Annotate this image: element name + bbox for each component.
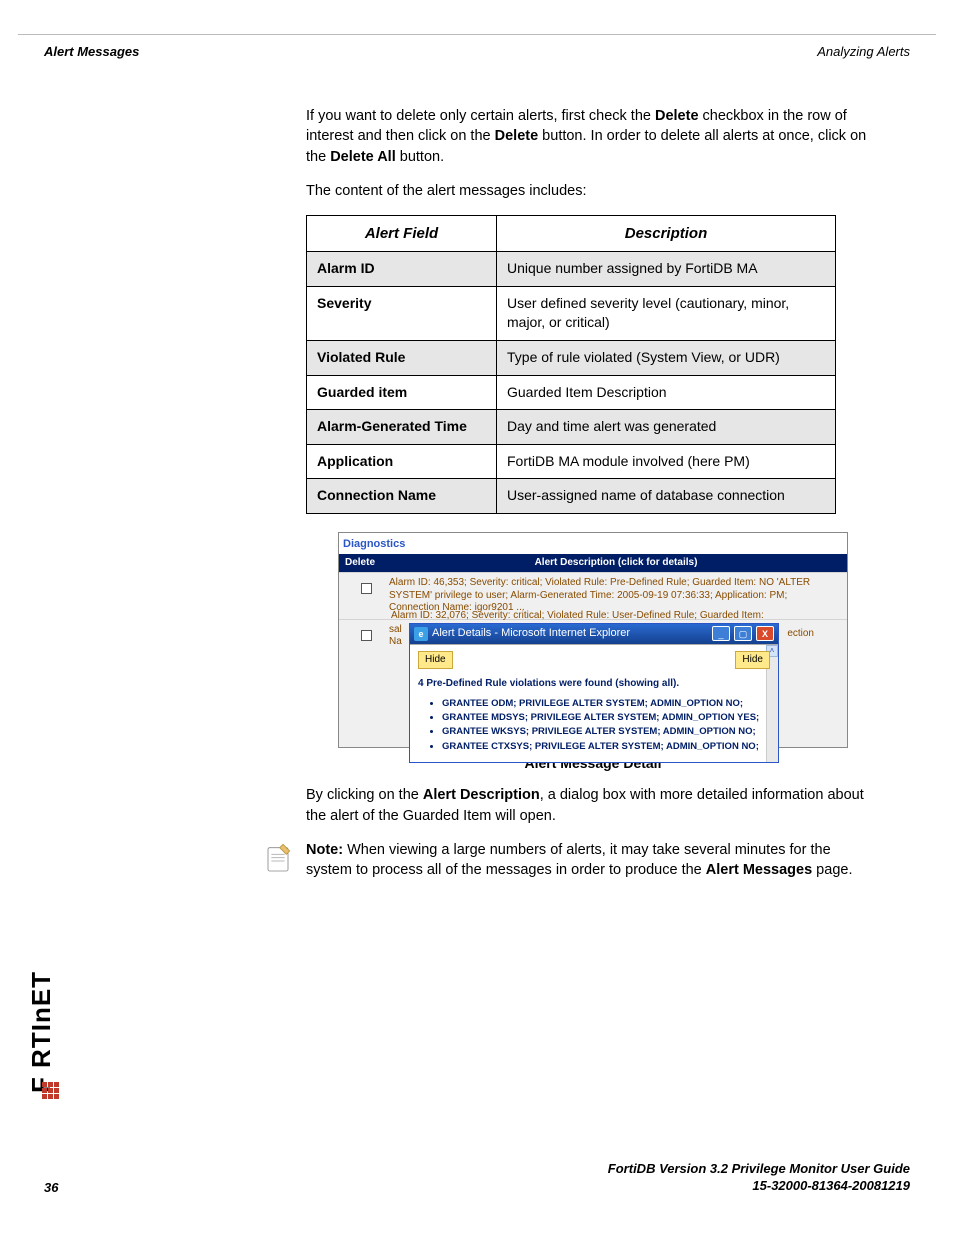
diagnostics-header-row: Delete Alert Description (click for deta… — [339, 554, 847, 572]
screenshot-figure: Diagnostics Delete Alert Description (cl… — [338, 532, 848, 773]
frag-na: Na — [389, 636, 402, 647]
delete-checkbox-cell — [343, 624, 389, 743]
cell-field: Violated Rule — [307, 340, 497, 375]
violations-summary: 4 Pre-Defined Rule violations were found… — [418, 677, 770, 691]
note-icon — [258, 836, 296, 879]
th-description: Description — [497, 216, 836, 252]
alert-description-bold: Alert Description — [423, 787, 540, 803]
ie-icon: e — [414, 627, 428, 641]
delete-all-bold: Delete All — [330, 149, 396, 165]
th-alert-field: Alert Field — [307, 216, 497, 252]
note-label: Note: — [306, 842, 343, 858]
alert-messages-bold: Alert Messages — [706, 862, 812, 878]
close-button[interactable]: X — [756, 626, 774, 641]
cell-desc: User-assigned name of database connectio… — [497, 479, 836, 514]
delete-checkbox-cell — [343, 577, 389, 615]
popup-body: ˄ Hide Hide 4 Pre-Defined Rule violation… — [410, 644, 778, 762]
cell-field: Alarm-Generated Time — [307, 410, 497, 445]
delete-bold-2: Delete — [495, 128, 539, 144]
main-content: If you want to delete only certain alert… — [306, 106, 880, 895]
popup-titlebar: e Alert Details - Microsoft Internet Exp… — [410, 624, 778, 644]
after-paragraph: By clicking on the Alert Description, a … — [306, 785, 880, 826]
running-head-right: Analyzing Alerts — [817, 44, 910, 59]
maximize-button[interactable]: ▢ — [734, 626, 752, 641]
cell-desc: User defined severity level (cautionary,… — [497, 286, 836, 340]
violations-list: GRANTEE ODM; PRIVILEGE ALTER SYSTEM; ADM… — [418, 697, 770, 753]
footer-right: FortiDB Version 3.2 Privilege Monitor Us… — [608, 1160, 910, 1195]
cell-field: Guarded item — [307, 375, 497, 410]
cell-field: Connection Name — [307, 479, 497, 514]
diagnostics-panel: Diagnostics Delete Alert Description (cl… — [338, 532, 848, 748]
frag-ection: ection — [787, 627, 814, 641]
violation-item: GRANTEE MDSYS; PRIVILEGE ALTER SYSTEM; A… — [442, 711, 770, 724]
violation-item: GRANTEE CTXSYS; PRIVILEGE ALTER SYSTEM; … — [442, 740, 770, 753]
col-alert-description: Alert Description (click for details) — [391, 556, 841, 570]
col-delete: Delete — [345, 556, 391, 570]
text: If you want to delete only certain alert… — [306, 108, 655, 124]
cell-desc: Unique number assigned by FortiDB MA — [497, 252, 836, 287]
fortinet-logo: F RTInET — [30, 932, 70, 1135]
cell-desc: Day and time alert was generated — [497, 410, 836, 445]
guide-title: FortiDB Version 3.2 Privilege Monitor Us… — [608, 1160, 910, 1178]
text: page. — [812, 862, 852, 878]
violation-item: GRANTEE ODM; PRIVILEGE ALTER SYSTEM; ADM… — [442, 697, 770, 710]
hide-button-left[interactable]: Hide — [418, 651, 453, 669]
alert-row-2-cutoff: Alarm ID: 32,076; Severity: critical; Vi… — [391, 609, 764, 623]
cell-desc: Type of rule violated (System View, or U… — [497, 340, 836, 375]
diagnostics-title: Diagnostics — [339, 533, 847, 554]
frag-sal: sal — [389, 624, 402, 635]
alert-row-2[interactable]: Alarm ID: 32,076; Severity: critical; Vi… — [339, 619, 847, 747]
cell-field: Alarm ID — [307, 252, 497, 287]
delete-bold-1: Delete — [655, 108, 699, 124]
running-head-left: Alert Messages — [44, 44, 139, 59]
intro-paragraph-2: The content of the alert messages includ… — [306, 181, 880, 201]
hide-button-right[interactable]: Hide — [735, 651, 770, 669]
header-rule — [18, 34, 936, 35]
cell-desc: Guarded Item Description — [497, 375, 836, 410]
doc-id: 15-32000-81364-20081219 — [608, 1177, 910, 1195]
violation-item: GRANTEE WKSYS; PRIVILEGE ALTER SYSTEM; A… — [442, 725, 770, 738]
svg-text:F RTInET: F RTInET — [30, 971, 56, 1093]
intro-paragraph-1: If you want to delete only certain alert… — [306, 106, 880, 167]
page-footer: 36 FortiDB Version 3.2 Privilege Monitor… — [0, 1160, 954, 1195]
cell-field: Application — [307, 444, 497, 479]
note-paragraph: Note: When viewing a large numbers of al… — [306, 840, 880, 881]
text: button. — [396, 149, 444, 165]
delete-checkbox[interactable] — [361, 583, 372, 594]
alert-fields-table: Alert Field Description Alarm IDUnique n… — [306, 215, 836, 514]
cell-desc: FortiDB MA module involved (here PM) — [497, 444, 836, 479]
alert-details-popup: e Alert Details - Microsoft Internet Exp… — [409, 623, 779, 763]
delete-checkbox[interactable] — [361, 630, 372, 641]
text: By clicking on the — [306, 787, 423, 803]
minimize-button[interactable]: _ — [712, 626, 730, 641]
popup-title: Alert Details - Microsoft Internet Explo… — [432, 626, 708, 641]
cell-field: Severity — [307, 286, 497, 340]
page-number: 36 — [44, 1180, 58, 1195]
